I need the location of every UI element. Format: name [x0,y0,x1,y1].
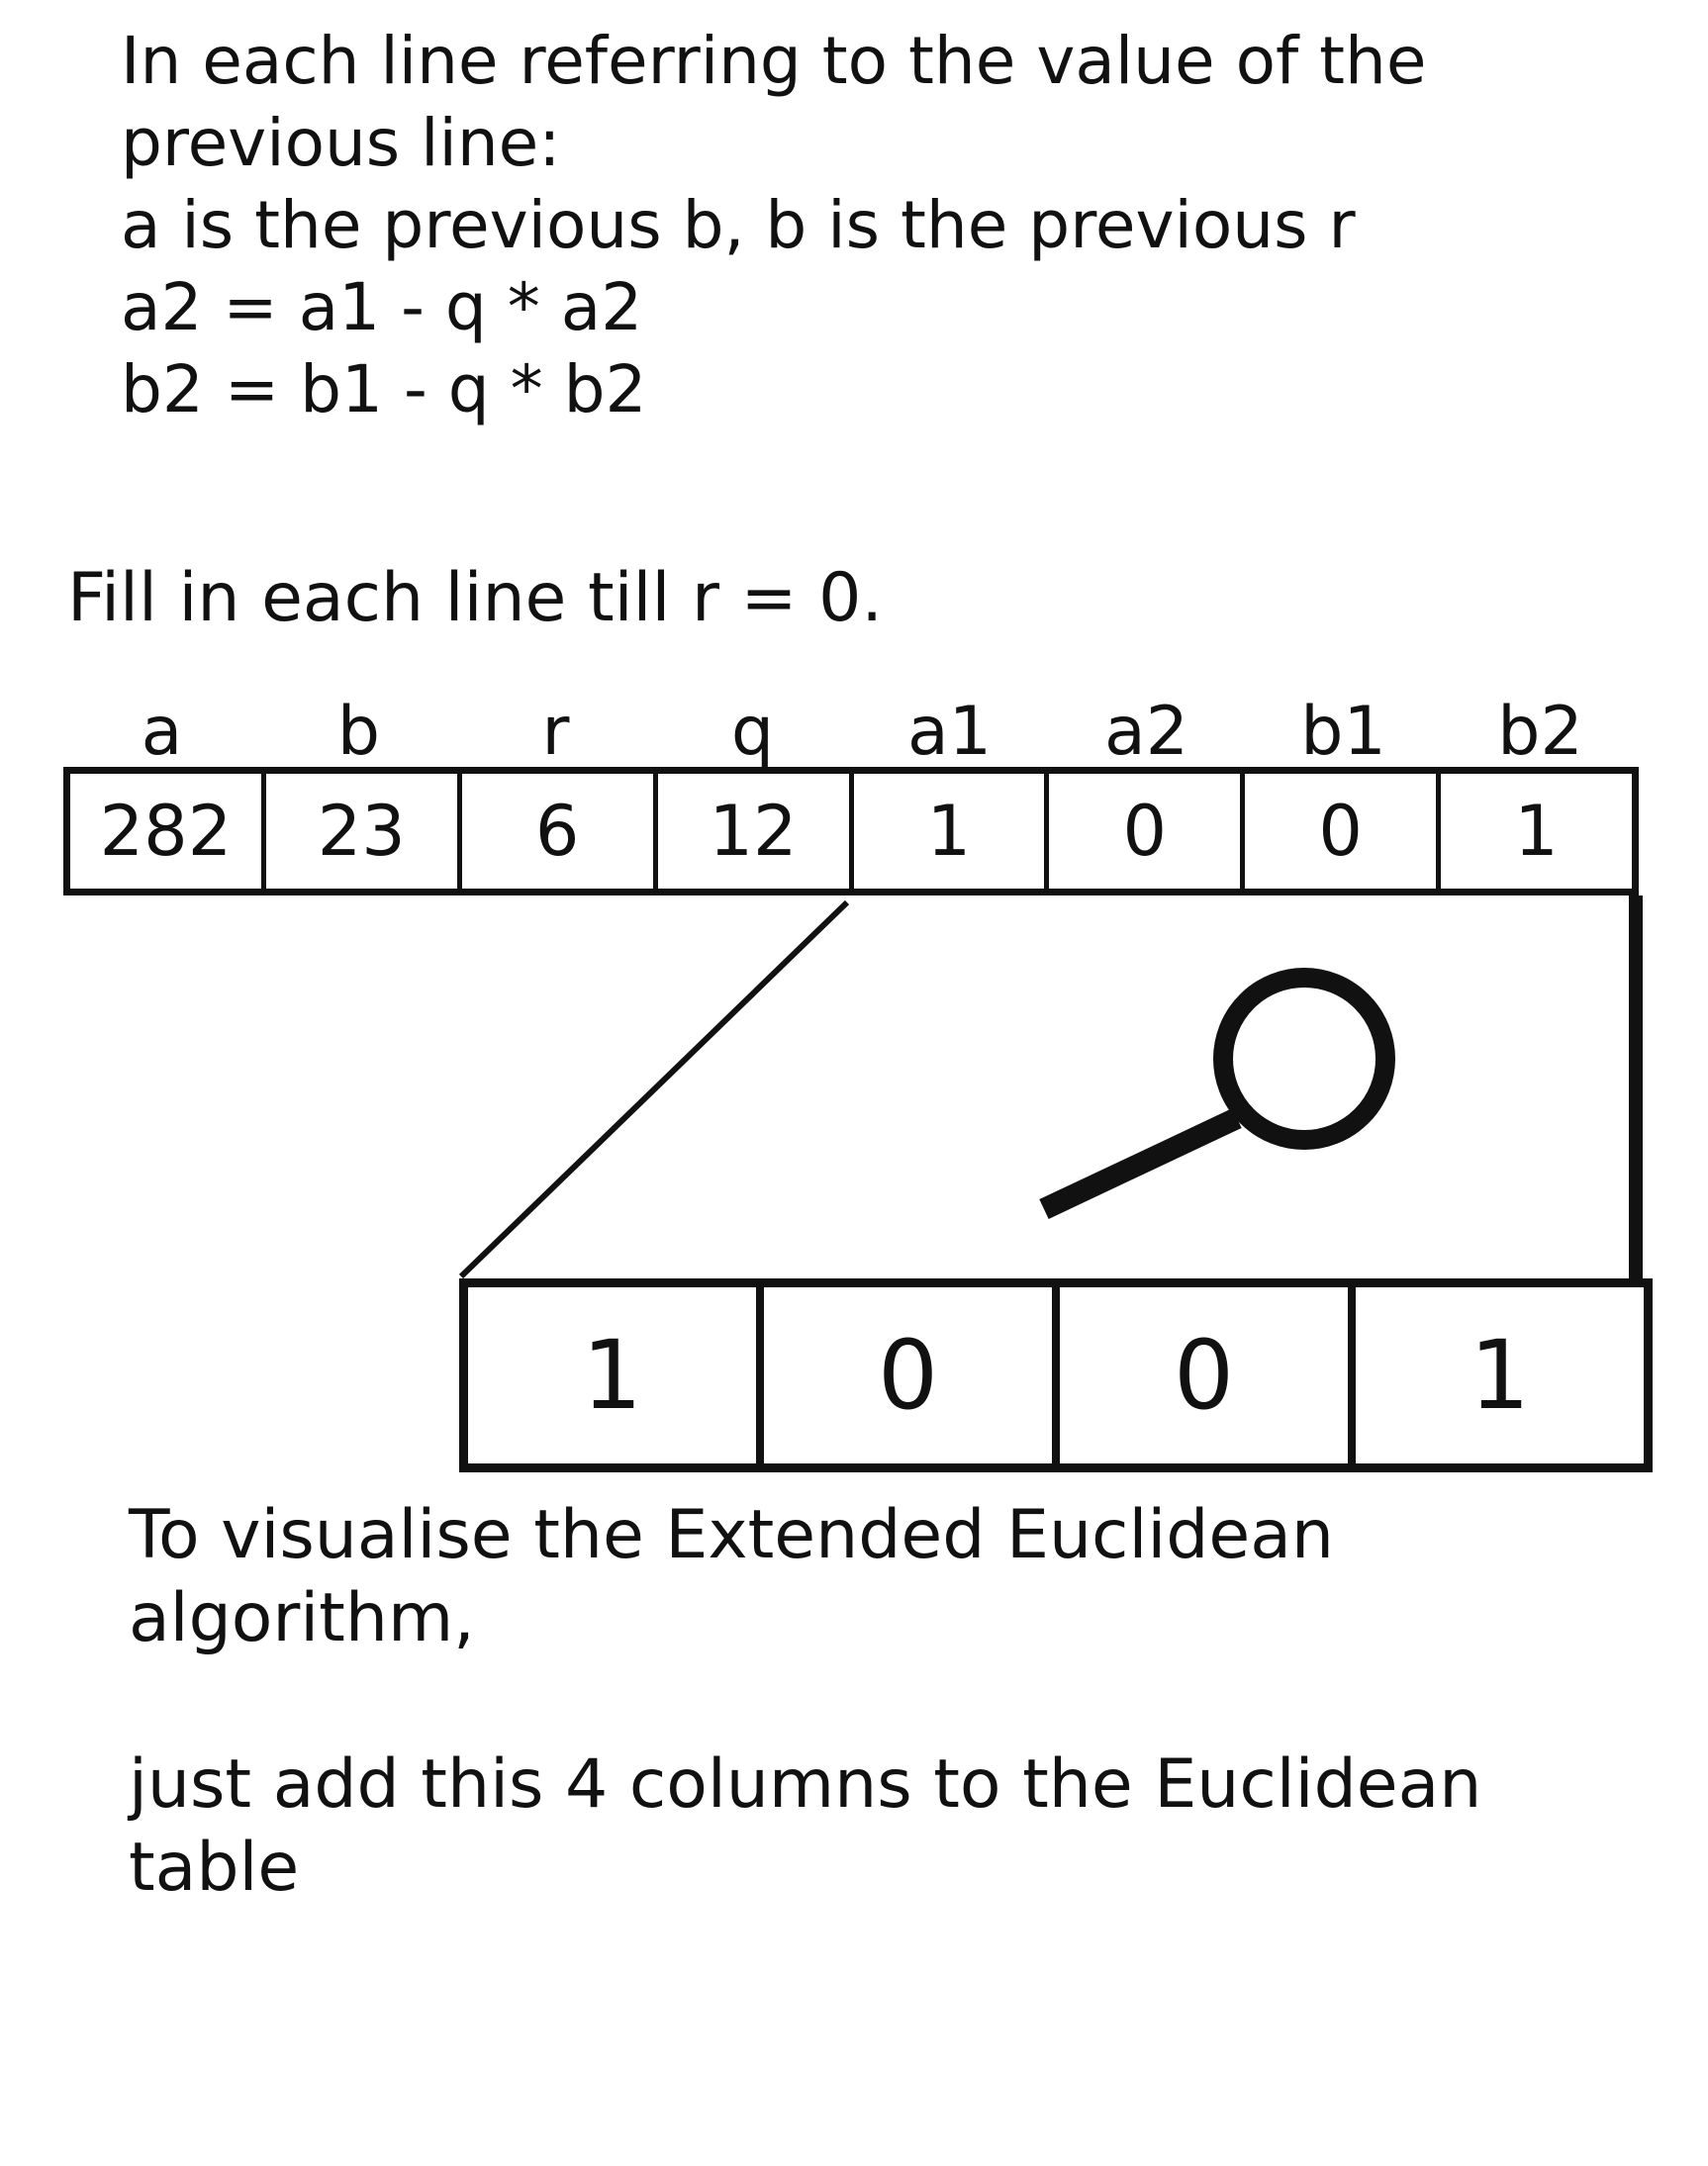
outro-line-1: To visualise the Extended Euclidean [129,1496,1334,1574]
zoom-cell-b1: 0 [1060,1287,1356,1463]
outro-spacer [129,1660,1653,1743]
outro-line-2: algorithm, [129,1579,475,1657]
outro-line-4: table [129,1829,300,1907]
outro-line-3: just add this 4 columns to the Euclidean [129,1745,1482,1824]
zoom-connector-left [458,899,850,1279]
zoom-cell-b2: 1 [1469,1320,1531,1431]
outro-text: To visualise the Extended Euclidean algo… [129,1494,1653,1910]
zoom-cell-a2: 0 [764,1287,1060,1463]
zoom-cell-a1: 1 [468,1287,764,1463]
zoomed-columns-row: 1 0 0 1 [459,1278,1653,1472]
magnifier-icon [1039,968,1395,1219]
